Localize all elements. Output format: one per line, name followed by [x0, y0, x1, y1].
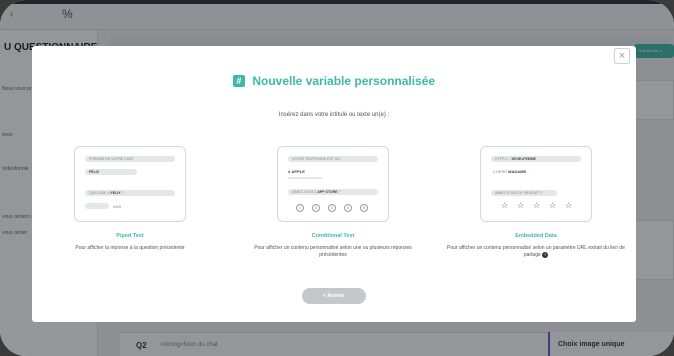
back-button[interactable]: < Avorter — [302, 288, 366, 304]
embedded-data-description: Pour afficher un contenu personnalisé se… — [447, 245, 625, 258]
conditional-text-title[interactable]: Conditional Text — [243, 233, 423, 239]
star-icon: ☆ — [501, 201, 509, 210]
preview-input — [85, 203, 109, 209]
preview-option: ● APPLE — [288, 169, 305, 174]
conditional-text-description: Pour afficher un contenu personnalisé se… — [254, 245, 412, 258]
embedded-data-title[interactable]: Embedded Data — [446, 233, 626, 239]
hash-icon: # — [232, 74, 245, 87]
preview-unit: ANS — [113, 204, 122, 209]
star-icon: ☆ — [533, 201, 541, 210]
piped-text-card[interactable]: PRÉNOM DE VOTRE CHAT FELIX QUEL ÂGE A FE… — [74, 146, 186, 222]
help-icon[interactable]: ? — [542, 252, 549, 258]
star-icon: ☆ — [565, 201, 573, 210]
preview-question: QUEL ÂGE A FELIX ? — [85, 190, 175, 196]
preview-field-label: PRÉNOM DE VOTRE CHAT — [85, 156, 175, 162]
close-icon[interactable]: × — [614, 48, 630, 64]
modal-header: # Nouvelle variable personnalisée — [32, 72, 636, 90]
piped-text-title[interactable]: Piped Text — [40, 233, 220, 239]
preview-field-label: VOTRE TÉLÉPHONE EST UN : — [288, 156, 378, 162]
preview-question: AIMEZ-VOUS CE PRODUIT ? — [491, 190, 557, 196]
modal-subtitle: Insérez dans votre intitulé ou texte un(… — [278, 112, 390, 118]
preview-question: AIMEZ-VOUS L'APP STORE ? — [288, 189, 378, 195]
new-variable-modal: # Nouvelle variable personnalisée Insére… — [32, 46, 636, 322]
scale-option-3: 3 — [328, 204, 336, 212]
star-icon: ☆ — [549, 201, 557, 210]
embedded-data-card[interactable]: HTTP://...?SEXE=FEMME CHÈRE MADAME... AI… — [480, 146, 592, 222]
preview-field-value: FELIX — [85, 169, 137, 175]
conditional-text-card[interactable]: VOTRE TÉLÉPHONE EST UN : ● APPLE AIMEZ-V… — [277, 146, 389, 222]
scale-option-5: 5 — [360, 204, 368, 212]
star-icon: ☆ — [517, 201, 525, 210]
preview-url: HTTP://...?SEXE=FEMME — [491, 156, 581, 162]
scale-option-1: 1 — [296, 204, 304, 212]
scale-option-4: 4 — [344, 204, 352, 212]
app-frame: ‹ % U QUESTIONNAIRE Nous vous pr ence Vi… — [0, 0, 674, 356]
preview-option-line — [288, 177, 322, 179]
modal-title: Nouvelle variable personnalisée — [252, 73, 436, 88]
preview-greeting: CHÈRE MADAME... — [493, 169, 530, 174]
scale-option-2: 2 — [312, 204, 320, 212]
piped-text-description: Pour afficher la réponse à la question p… — [75, 245, 185, 251]
